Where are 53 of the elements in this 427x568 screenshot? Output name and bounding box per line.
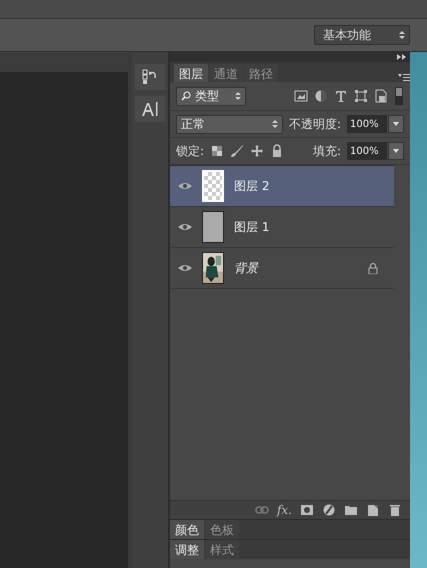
layer-thumbnail	[202, 211, 224, 243]
fill-slider-button[interactable]	[388, 142, 404, 160]
lock-label: 锁定:	[176, 142, 204, 160]
trash-icon[interactable]	[388, 503, 402, 517]
layer-style-button[interactable]: fx.	[276, 503, 292, 517]
blend-mode-dropdown[interactable]: 正常	[176, 114, 283, 134]
panel-tab[interactable]: 通道	[209, 64, 243, 82]
caret-icon	[393, 149, 399, 153]
caret-icon	[393, 122, 399, 126]
eye-icon[interactable]	[178, 182, 192, 190]
new-layer-icon[interactable]	[366, 503, 380, 517]
adjustment-layer-icon[interactable]	[322, 503, 336, 517]
move-icon[interactable]	[250, 144, 264, 158]
opacity-field[interactable]: 100%	[347, 115, 387, 133]
adjustment-filter-icon[interactable]	[314, 89, 328, 103]
opacity-label: 不透明度:	[288, 116, 341, 132]
filter-dropdown[interactable]: 类型	[176, 86, 246, 106]
panel-tab[interactable]: 路径	[244, 64, 278, 82]
panel-tab[interactable]: 色板	[205, 520, 239, 539]
updown-arrows-icon	[399, 30, 405, 40]
opacity-slider-button[interactable]	[388, 115, 404, 133]
fill-label: 填充:	[312, 142, 341, 160]
character-icon	[141, 101, 159, 117]
history-icon	[142, 68, 158, 86]
panel-menu-icon[interactable]	[398, 72, 410, 82]
shape-filter-icon[interactable]	[354, 89, 368, 103]
search-icon	[181, 91, 191, 101]
type-filter-icon[interactable]	[334, 89, 348, 103]
panel-tab[interactable]: 样式	[205, 540, 239, 559]
layer-thumbnail	[202, 170, 224, 202]
panel-tab[interactable]: 颜色	[170, 520, 204, 539]
panel-tab[interactable]: 调整	[170, 540, 204, 559]
filter-toggle-icon[interactable]	[394, 87, 404, 105]
folder-icon[interactable]	[344, 503, 358, 517]
smart-object-filter-icon[interactable]	[374, 89, 388, 103]
layer-name: 图层 2	[234, 178, 270, 194]
character-panel-button[interactable]	[135, 96, 165, 122]
image-filter-icon[interactable]	[294, 89, 308, 103]
eye-icon[interactable]	[178, 223, 192, 231]
layer-name: 图层 1	[234, 218, 270, 236]
collapse-arrows-icon[interactable]	[397, 53, 406, 61]
layer-row[interactable]: 图层 2	[170, 166, 394, 207]
layer-name: 背景	[234, 260, 260, 276]
mask-icon[interactable]	[300, 503, 314, 517]
panel-tab[interactable]: 图层	[174, 64, 208, 82]
workspace-dropdown[interactable]: 基本功能	[314, 25, 410, 45]
updown-arrows-icon	[272, 119, 278, 129]
updown-arrows-icon	[235, 91, 241, 101]
brush-icon[interactable]	[230, 144, 244, 158]
eye-icon[interactable]	[178, 264, 192, 272]
fill-field[interactable]: 100%	[347, 142, 387, 160]
lock-transparency-icon[interactable]	[210, 144, 224, 158]
history-panel-button[interactable]	[135, 64, 165, 90]
